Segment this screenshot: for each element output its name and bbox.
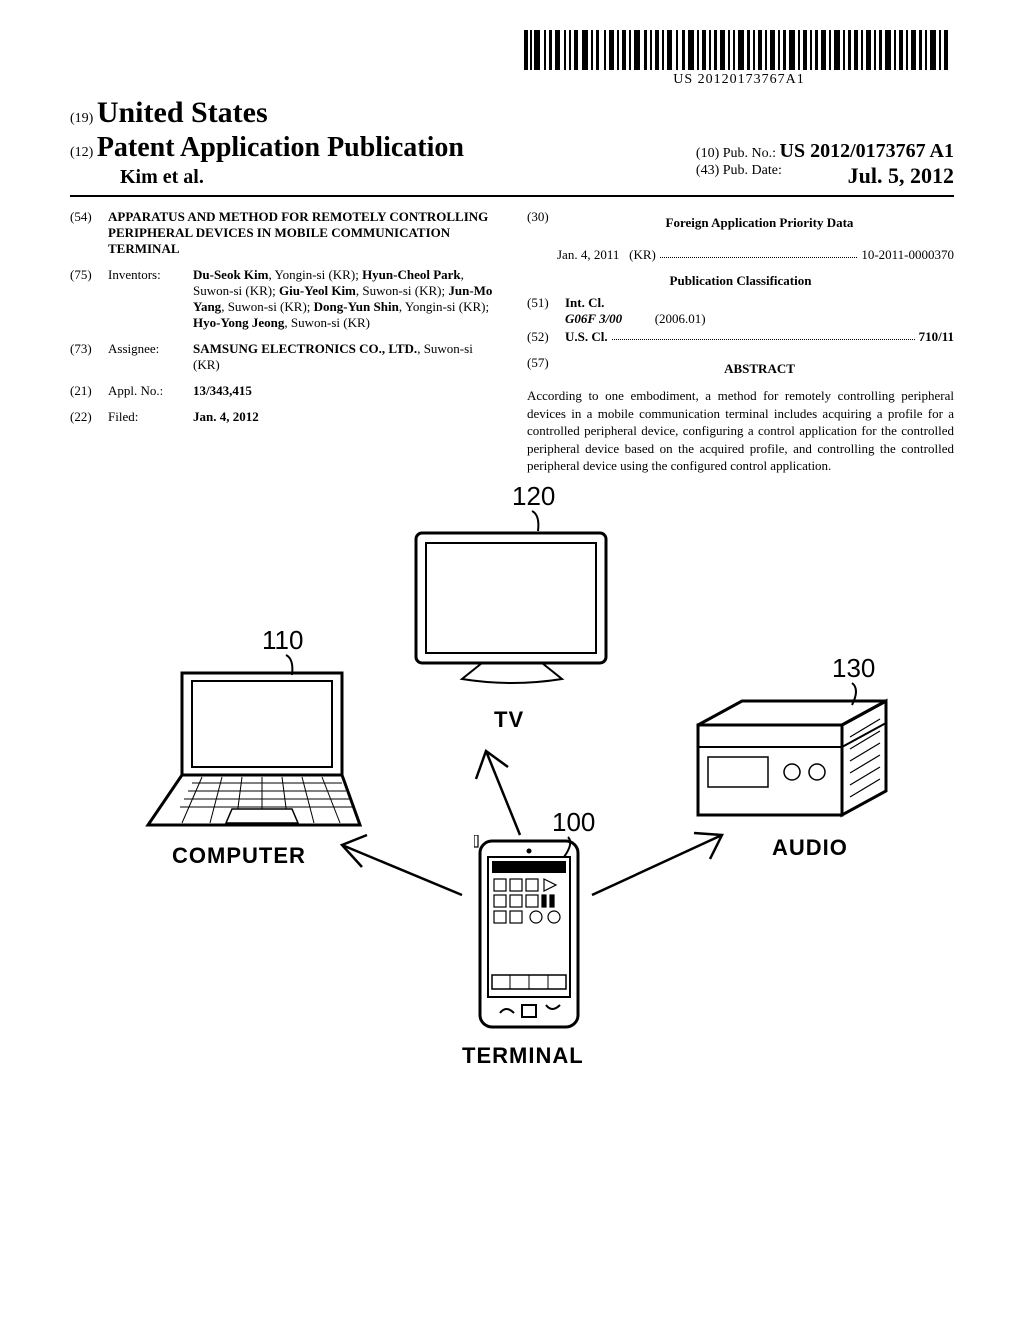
abstract-head: ABSTRACT [565,361,954,377]
author-line: Kim et al. [120,166,464,189]
intcl-label: Int. Cl. [565,295,604,310]
masthead-right: (10) Pub. No.: US 2012/0173767 A1 (43) P… [696,140,954,189]
masthead: (19) United States (12) Patent Applicati… [70,96,954,189]
biblio: (54) APPARATUS AND METHOD FOR REMOTELY C… [70,209,954,475]
intcl-symbol: G06F 3/00 [565,311,622,326]
pubno: US 2012/0173767 A1 [780,140,954,162]
inventors-code: (75) [70,267,108,331]
filed-label: Filed: [108,409,193,425]
intcl-code: (51) [527,295,565,327]
abstract-text: According to one embodiment, a method fo… [527,387,954,475]
foreign-country: (KR) [629,247,656,263]
country: United States [97,96,268,129]
foreign-date: Jan. 4, 2011 [557,247,619,263]
intcl-edition: (2006.01) [655,311,706,326]
uscl-label: U.S. Cl. [565,329,608,345]
assignee-code: (73) [70,341,108,373]
foreign-no: 10-2011-0000370 [861,247,954,263]
foreign-head: Foreign Application Priority Data [565,215,954,231]
biblio-left: (54) APPARATUS AND METHOD FOR REMOTELY C… [70,209,497,475]
invention-title: APPARATUS AND METHOD FOR REMOTELY CONTRO… [108,209,497,257]
filed: Jan. 4, 2012 [193,409,497,425]
barcode-text: US 20120173767A1 [524,72,954,88]
front-figure: 120 TV 110 [132,535,892,1095]
assignee-label: Assignee: [108,341,193,373]
barcode-area: US 20120173767A1 [70,30,954,88]
inventors-label: Inventors: [108,267,193,331]
country-code: (19) [70,111,93,126]
biblio-right: (30) Foreign Application Priority Data J… [527,209,954,475]
foreign-code: (30) [527,209,565,237]
abstract-code: (57) [527,355,565,383]
pubclass-head: Publication Classification [527,273,954,289]
pubno-code: (10) [696,146,719,161]
pubno-label: Pub. No.: [723,146,776,161]
patent-cover-page: US 20120173767A1 (19) United States (12)… [0,0,1024,1320]
applno-code: (21) [70,383,108,399]
pubdate-label: Pub. Date: [723,163,782,178]
inventors-list: Du-Seok Kim, Yongin-si (KR); Hyun-Cheol … [193,267,497,331]
connection-lines [132,535,892,1095]
pubdate: Jul. 5, 2012 [848,163,954,189]
applno: 13/343,415 [193,383,497,399]
title-code: (54) [70,209,108,257]
doc-type: Patent Application Publication [97,132,464,163]
masthead-left: (19) United States (12) Patent Applicati… [70,96,464,189]
applno-label: Appl. No.: [108,383,193,399]
filed-code: (22) [70,409,108,425]
doc-type-code: (12) [70,145,93,160]
assignee: SAMSUNG ELECTRONICS CO., LTD., Suwon-si … [193,341,497,373]
pubdate-code: (43) [696,163,719,178]
uscl-value: 710/11 [919,329,954,345]
ref-120: 120 [512,481,555,512]
uscl-code: (52) [527,329,565,345]
masthead-rule [70,195,954,197]
barcode: US 20120173767A1 [524,30,954,88]
